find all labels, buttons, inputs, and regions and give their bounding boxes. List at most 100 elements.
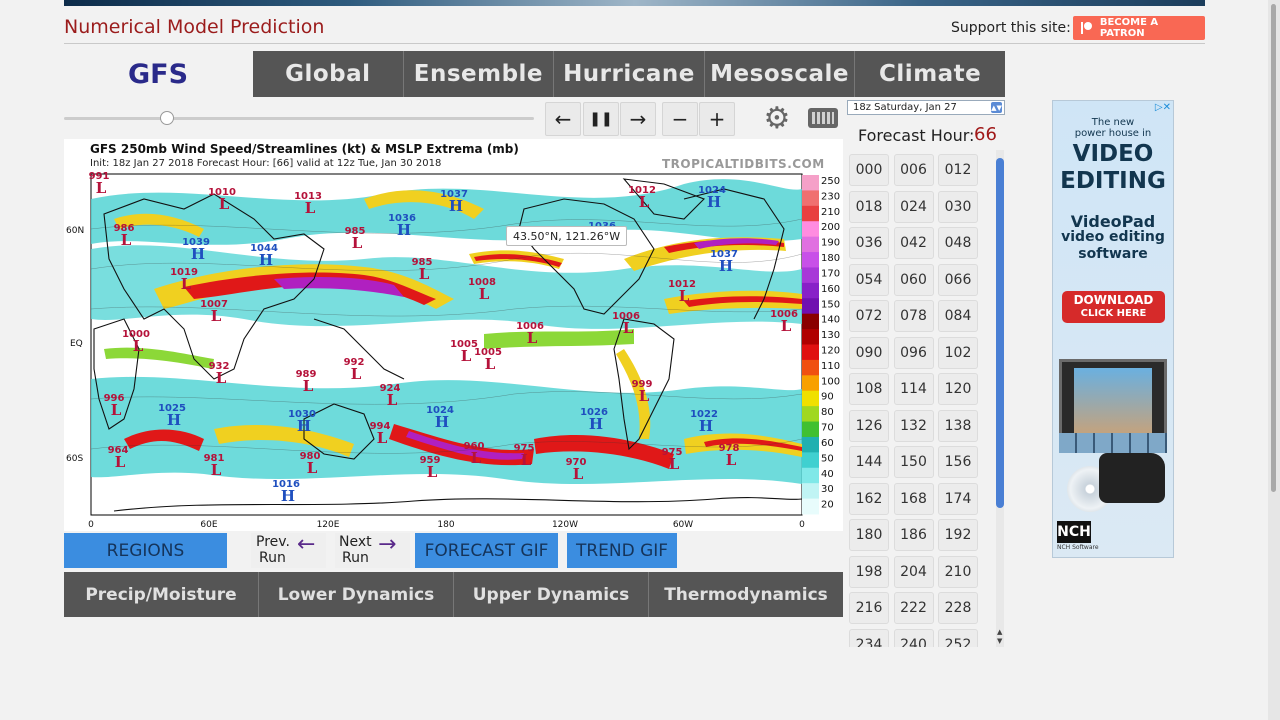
forecast-hour-button[interactable]: 018 (849, 190, 889, 223)
low-pressure-marker: L (307, 459, 318, 477)
frame-slider-track[interactable] (64, 117, 534, 120)
forecast-hour-button[interactable]: 048 (938, 227, 978, 259)
forecast-hour-button[interactable]: 006 (893, 154, 934, 186)
forecast-hour-button[interactable]: 252 (938, 628, 978, 647)
tab-hurricane[interactable]: Hurricane (553, 51, 704, 97)
forecast-hour-button[interactable]: 168 (893, 482, 934, 515)
high-pressure-marker: H (397, 221, 411, 239)
map-coordinate-tooltip: 43.50°N, 121.26°W (506, 226, 628, 246)
ad-camera-image (1099, 453, 1165, 503)
colorbar-swatch (802, 344, 819, 361)
forecast-hour-button[interactable]: 216 (849, 592, 889, 624)
high-pressure-marker: H (699, 417, 713, 435)
lon-label: 60W (673, 520, 693, 530)
keyboard-icon[interactable] (808, 108, 838, 128)
forecast-hour-button[interactable]: 042 (893, 227, 934, 259)
colorbar-swatch (802, 483, 819, 500)
forecast-hour-button[interactable]: 162 (849, 482, 889, 515)
next-frame-button[interactable]: → (620, 102, 656, 136)
tab-global[interactable]: Global (253, 51, 403, 97)
forecast-hour-button[interactable]: 084 (938, 300, 978, 332)
low-pressure-marker: L (726, 451, 737, 469)
scroll-down-icon[interactable]: ▼ (997, 637, 1002, 645)
colorbar-tick-label: 250 (821, 176, 840, 187)
forecast-hour-button[interactable]: 144 (849, 446, 889, 478)
forecast-gif-button[interactable]: FORECAST GIF (415, 533, 558, 568)
forecast-hour-button[interactable]: 198 (849, 555, 889, 588)
forecast-hour-button[interactable]: 096 (893, 336, 934, 369)
forecast-hour-button[interactable]: 240 (893, 628, 934, 647)
pause-button[interactable]: ❚❚ (583, 102, 619, 136)
zoom-out-button[interactable]: − (662, 102, 698, 136)
scroll-up-icon[interactable]: ▲ (997, 628, 1002, 636)
forecast-hour-button[interactable]: 078 (893, 300, 934, 332)
tab-lower-dynamics[interactable]: Lower Dynamics (258, 572, 453, 617)
tab-thermodynamics[interactable]: Thermodynamics (648, 572, 843, 617)
forecast-hour-button[interactable]: 030 (938, 190, 978, 223)
forecast-hour-button[interactable]: 012 (938, 154, 978, 186)
hour-scrollbar-thumb[interactable] (996, 158, 1004, 508)
tab-ensemble[interactable]: Ensemble (402, 51, 554, 97)
colorbar-tick-label: 80 (821, 407, 834, 418)
frame-slider-thumb[interactable] (160, 111, 174, 125)
lat-label: EQ (70, 339, 83, 349)
prev-frame-button[interactable]: ← (545, 102, 581, 136)
forecast-hour-button[interactable]: 102 (938, 336, 978, 369)
forecast-hour-button[interactable]: 228 (938, 592, 978, 624)
prev-run-label2: Run (259, 550, 286, 566)
run-select[interactable]: 18z Saturday, Jan 27 ▲▼ (847, 100, 1005, 115)
forecast-hour-button[interactable]: 192 (938, 519, 978, 551)
colorbar-tick-label: 120 (821, 346, 840, 357)
colorbar-swatch (802, 190, 819, 207)
forecast-hour-button[interactable]: 024 (893, 190, 934, 223)
forecast-hour-button[interactable]: 126 (849, 409, 889, 442)
forecast-hour-button[interactable]: 036 (849, 227, 889, 259)
colorbar-swatch (802, 421, 819, 438)
page-scrollbar[interactable] (1268, 0, 1280, 720)
tab-upper-dynamics[interactable]: Upper Dynamics (453, 572, 648, 617)
forecast-hour-button[interactable]: 114 (893, 373, 934, 405)
colorbar-swatch (802, 221, 819, 238)
low-pressure-marker: L (669, 455, 680, 473)
ad-cta2: CLICK HERE (1080, 308, 1147, 319)
advertisement[interactable]: ▷✕ The new power house in VIDEO EDITING … (1052, 100, 1174, 558)
colorbar-swatch (802, 252, 819, 268)
forecast-hour-button[interactable]: 210 (938, 555, 978, 588)
ad-close-icon[interactable]: ▷✕ (1155, 102, 1171, 113)
forecast-hour-button[interactable]: 090 (849, 336, 889, 369)
tab-climate[interactable]: Climate (854, 51, 1005, 97)
tab-mesoscale[interactable]: Mesoscale (703, 51, 855, 97)
forecast-hour-button[interactable]: 072 (849, 300, 889, 332)
trend-gif-button[interactable]: TREND GIF (567, 533, 677, 568)
next-run-button[interactable]: Next Run → (335, 533, 410, 568)
main-tabs: Global Ensemble Hurricane Mesoscale Clim… (253, 51, 1005, 97)
forecast-hour-button[interactable]: 120 (938, 373, 978, 405)
zoom-in-button[interactable]: + (699, 102, 735, 136)
prev-run-button[interactable]: Prev. Run ← (251, 533, 326, 568)
forecast-hour-button[interactable]: 138 (938, 409, 978, 442)
high-pressure-marker: H (259, 251, 273, 269)
forecast-hour-button[interactable]: 150 (893, 446, 934, 478)
forecast-hour-button[interactable]: 066 (938, 263, 978, 296)
ad-download-button[interactable]: DOWNLOAD CLICK HERE (1062, 291, 1165, 323)
forecast-hour-button[interactable]: 054 (849, 263, 889, 296)
low-pressure-marker: L (461, 347, 472, 365)
forecast-hour-button[interactable]: 222 (893, 592, 934, 624)
forecast-hour-button[interactable]: 234 (849, 628, 889, 647)
forecast-hour-button[interactable]: 186 (893, 519, 934, 551)
colorbar-tick-label: 50 (821, 453, 834, 464)
forecast-hour-button[interactable]: 204 (893, 555, 934, 588)
forecast-hour-button[interactable]: 108 (849, 373, 889, 405)
colorbar-swatch (802, 313, 819, 330)
forecast-hour-button[interactable]: 174 (938, 482, 978, 515)
tab-precip-moisture[interactable]: Precip/Moisture (64, 572, 258, 617)
regions-button[interactable]: REGIONS (64, 533, 227, 568)
forecast-hour-button[interactable]: 132 (893, 409, 934, 442)
forecast-hour-button[interactable]: 000 (849, 154, 889, 186)
gear-icon[interactable]: ⚙ (760, 101, 794, 136)
forecast-hour-button[interactable]: 180 (849, 519, 889, 551)
patron-button[interactable]: BECOME A PATRON (1073, 16, 1205, 40)
forecast-hour-button[interactable]: 060 (893, 263, 934, 296)
forecast-hour-button[interactable]: 156 (938, 446, 978, 478)
forecast-map[interactable]: GFS 250mb Wind Speed/Streamlines (kt) & … (64, 139, 843, 531)
